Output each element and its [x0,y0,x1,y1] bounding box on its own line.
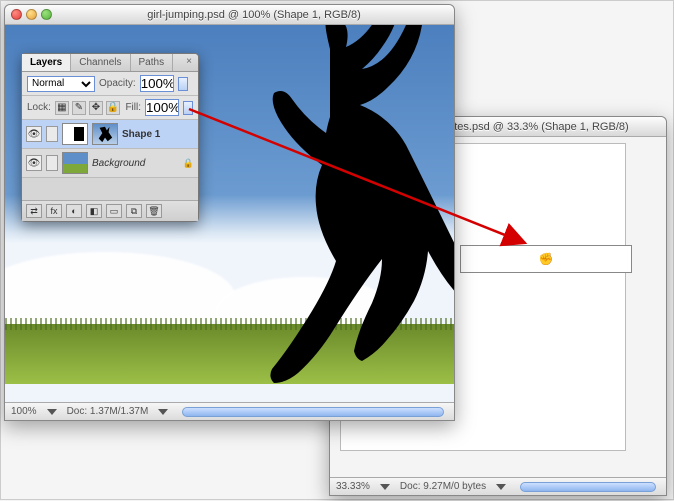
fill-stepper-icon[interactable] [183,101,193,115]
zoom-icon[interactable] [41,9,52,20]
opacity-stepper-icon[interactable] [178,77,188,91]
blend-mode-select[interactable]: Normal [27,76,95,92]
opacity-input[interactable] [140,75,174,92]
layers-panel[interactable]: Layers Channels Paths × Normal Opacity: … [21,53,199,222]
group-icon[interactable]: ▭ [106,204,122,218]
zoom-menu-icon[interactable] [380,484,390,490]
zoom-level[interactable]: 100% [11,406,37,417]
link-slot[interactable] [46,126,58,142]
link-layers-icon[interactable]: ⇄ [26,204,42,218]
fill-input[interactable] [145,99,179,116]
zoom-menu-icon[interactable] [47,409,57,415]
lock-label: Lock: [27,102,51,113]
lock-fill-row: Lock: ▦ ✎ ✥ 🔒 Fill: [22,96,198,120]
panel-tabs: Layers Channels Paths × [22,54,198,72]
visibility-toggle-icon[interactable]: 👁 [26,155,42,171]
layer-name[interactable]: Shape 1 [122,129,160,140]
traffic-lights [11,9,52,20]
doc-size: Doc: 1.37M/1.37M [67,406,149,417]
layer-list: 👁 Shape 1 👁 Background 🔒 [22,120,198,200]
lock-transparency-icon[interactable]: ▦ [55,101,69,115]
adjustment-layer-icon[interactable]: ◧ [86,204,102,218]
lock-indicator-icon: 🔒 [183,158,194,169]
layer-thumb[interactable] [62,152,88,174]
close-icon[interactable] [11,9,22,20]
blend-opacity-row: Normal Opacity: [22,72,198,96]
minimize-icon[interactable] [26,9,37,20]
horizontal-scrollbar[interactable] [182,407,444,417]
tab-layers[interactable]: Layers [22,54,71,71]
grab-cursor-icon: ✊ [539,252,554,266]
titlebar[interactable]: girl-jumping.psd @ 100% (Shape 1, RGB/8) [5,5,454,25]
tab-paths[interactable]: Paths [131,54,174,71]
canvas[interactable]: Layers Channels Paths × Normal Opacity: … [5,25,454,402]
layer-row-background[interactable]: 👁 Background 🔒 [22,149,198,178]
zoom-level[interactable]: 33.33% [336,481,370,492]
empty-layer-area [22,178,198,200]
drop-target: ✊ [460,245,632,273]
lock-pixels-icon[interactable]: ✎ [72,101,86,115]
layer-style-icon[interactable]: fx [46,204,62,218]
opacity-label: Opacity: [99,78,136,89]
visibility-toggle-icon[interactable]: 👁 [26,126,42,142]
window-title: girl-jumping.psd @ 100% (Shape 1, RGB/8) [60,9,448,21]
silhouette-shape [155,25,454,402]
lock-position-icon[interactable]: ✥ [89,101,103,115]
tab-channels[interactable]: Channels [71,54,130,71]
status-bar: 33.33% Doc: 9.27M/0 bytes [330,477,666,495]
doc-menu-icon[interactable] [158,409,168,415]
vector-mask-thumb[interactable] [92,123,118,145]
fill-label: Fill: [125,102,141,113]
status-bar: 100% Doc: 1.37M/1.37M [5,402,454,420]
doc-menu-icon[interactable] [496,484,506,490]
doc-size: Doc: 9.27M/0 bytes [400,481,486,492]
lock-buttons: ▦ ✎ ✥ 🔒 [55,101,120,115]
link-slot[interactable] [46,155,58,171]
new-layer-icon[interactable]: ⧉ [126,204,142,218]
layer-mask-thumb[interactable] [62,123,88,145]
layer-mask-icon[interactable]: ◐ [66,204,82,218]
layer-row-shape1[interactable]: 👁 Shape 1 [22,120,198,149]
document-window-girl-jumping[interactable]: girl-jumping.psd @ 100% (Shape 1, RGB/8)… [4,4,455,421]
panel-footer: ⇄ fx ◐ ◧ ▭ ⧉ 🗑 [22,200,198,221]
lock-all-icon[interactable]: 🔒 [106,101,120,115]
trash-icon[interactable]: 🗑 [146,204,162,218]
layer-name[interactable]: Background [92,158,145,169]
horizontal-scrollbar[interactable] [520,482,656,492]
panel-close-icon[interactable]: × [180,54,198,71]
